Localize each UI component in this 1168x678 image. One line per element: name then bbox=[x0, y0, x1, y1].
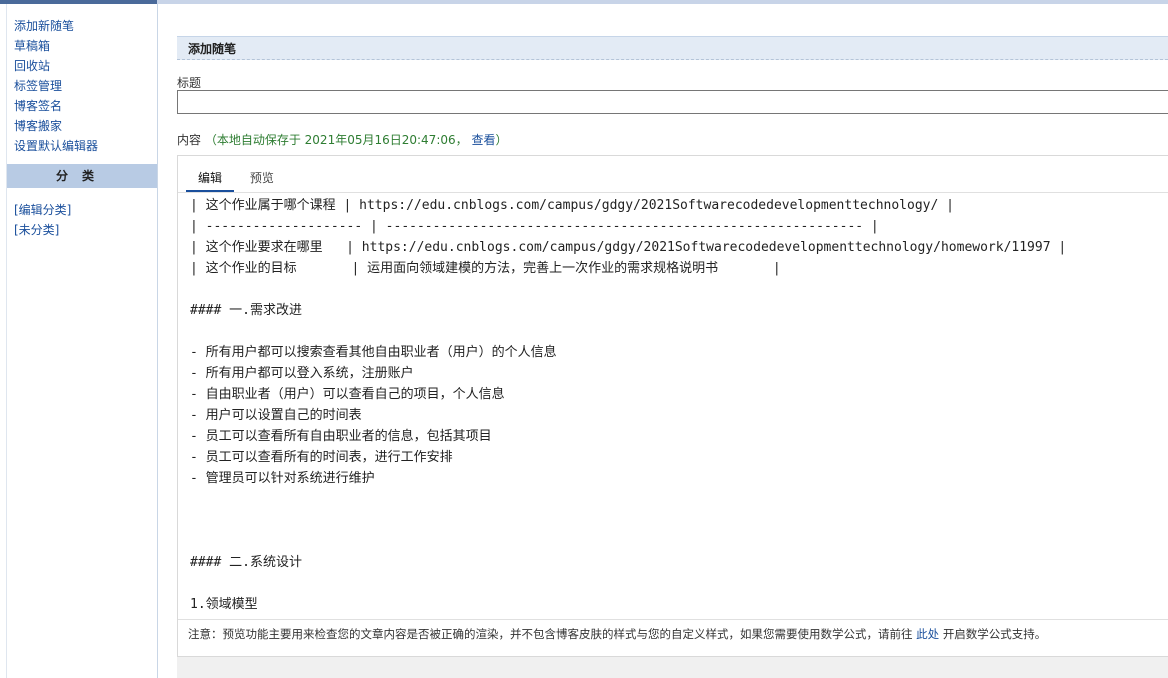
notice-text: 注意：预览功能主要用来检查您的文章内容是否被正确的渲染，并不包含博客皮肤的样式与… bbox=[188, 627, 913, 641]
editor-line: - 用户可以设置自己的时间表 bbox=[190, 408, 362, 423]
bottom-strip bbox=[177, 657, 1168, 678]
title-label: 标题 bbox=[177, 76, 202, 90]
editor-line: | 这个作业的目标 | 运用面向领域建模的方法，完善上一次作业的需求规格说明书 … bbox=[190, 261, 781, 276]
sidebar-link-default-editor[interactable]: 设置默认编辑器 bbox=[7, 136, 157, 156]
editor-line: #### 一.需求改进 bbox=[190, 303, 302, 318]
autosave-text: （本地自动保存于 2021年05月16日20:47:06， bbox=[204, 133, 468, 147]
title-input[interactable] bbox=[177, 90, 1168, 114]
sidebar-link-drafts[interactable]: 草稿箱 bbox=[7, 36, 157, 56]
category-link-uncategorized[interactable]: [未分类] bbox=[7, 220, 157, 240]
notice-tail: 开启数学公式支持。 bbox=[942, 627, 1047, 641]
content-label-row: 内容 （本地自动保存于 2021年05月16日20:47:06， 查看） bbox=[177, 131, 508, 148]
autosave-view-link[interactable]: 查看 bbox=[471, 133, 495, 147]
section-title: 添加随笔 bbox=[177, 36, 1168, 60]
notice-divider bbox=[178, 619, 1168, 620]
sidebar-link-blog-migration[interactable]: 博客搬家 bbox=[7, 116, 157, 136]
markdown-editor[interactable]: | 这个作业属于哪个课程 | https://edu.cnblogs.com/c… bbox=[178, 193, 1168, 619]
editor-line: - 所有用户都可以搜索查看其他自由职业者（用户）的个人信息 bbox=[190, 345, 557, 360]
editor-line: - 自由职业者（用户）可以查看自己的项目，个人信息 bbox=[190, 387, 505, 402]
notice-link[interactable]: 此处 bbox=[916, 627, 939, 641]
autosave-close: ） bbox=[495, 133, 508, 147]
editor-line: | -------------------- | ---------------… bbox=[190, 219, 879, 234]
category-link-edit[interactable]: [编辑分类] bbox=[7, 200, 157, 220]
category-links: [编辑分类] [未分类] bbox=[7, 188, 157, 240]
sidebar-links: 添加新随笔 草稿箱 回收站 标签管理 博客签名 博客搬家 设置默认编辑器 bbox=[7, 4, 157, 156]
editor-line: - 员工可以查看所有自由职业者的信息，包括其项目 bbox=[190, 429, 492, 444]
editor-line: 1.领域模型 bbox=[190, 597, 258, 612]
sidebar-link-blog-signature[interactable]: 博客签名 bbox=[7, 96, 157, 116]
category-header: 分类 bbox=[7, 164, 157, 188]
editor-tabs: 编辑 预览 bbox=[186, 166, 286, 192]
editor-box: 编辑 预览 | 这个作业属于哪个课程 | https://edu.cnblogs… bbox=[177, 155, 1168, 657]
tab-preview[interactable]: 预览 bbox=[238, 166, 286, 192]
editor-line: - 管理员可以针对系统进行维护 bbox=[190, 471, 375, 486]
autosave-status: （本地自动保存于 2021年05月16日20:47:06， 查看） bbox=[205, 133, 508, 147]
editor-line: | 这个作业属于哪个课程 | https://edu.cnblogs.com/c… bbox=[190, 198, 954, 213]
editor-line: - 员工可以查看所有的时间表，进行工作安排 bbox=[190, 450, 453, 465]
main-panel: 添加随笔 标题 内容 （本地自动保存于 2021年05月16日20:47:06，… bbox=[157, 4, 1168, 678]
sidebar-link-add-post[interactable]: 添加新随笔 bbox=[7, 16, 157, 36]
content-label: 内容 bbox=[177, 133, 202, 147]
sidebar: 添加新随笔 草稿箱 回收站 标签管理 博客签名 博客搬家 设置默认编辑器 分类 … bbox=[6, 4, 158, 678]
preview-notice: 注意：预览功能主要用来检查您的文章内容是否被正确的渲染，并不包含博客皮肤的样式与… bbox=[188, 626, 1046, 642]
editor-line: | 这个作业要求在哪里 | https://edu.cnblogs.com/ca… bbox=[190, 240, 1067, 255]
editor-line: - 所有用户都可以登入系统，注册账户 bbox=[190, 366, 414, 381]
sidebar-link-tag-management[interactable]: 标签管理 bbox=[7, 76, 157, 96]
sidebar-link-recycle-bin[interactable]: 回收站 bbox=[7, 56, 157, 76]
tab-edit[interactable]: 编辑 bbox=[186, 166, 235, 192]
editor-line: #### 二.系统设计 bbox=[190, 555, 302, 570]
